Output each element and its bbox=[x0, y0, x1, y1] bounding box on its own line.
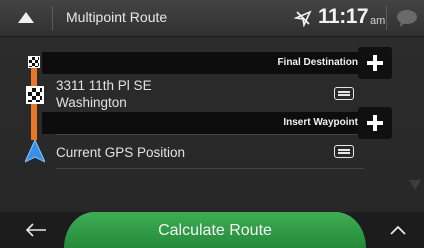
details-icon-line bbox=[338, 152, 350, 154]
checkered-flag-icon bbox=[28, 56, 40, 68]
final-destination-label: Final Destination bbox=[277, 57, 358, 68]
divider bbox=[56, 134, 364, 135]
clock-time: 11:17 bbox=[318, 5, 369, 28]
checkered-flag-icon bbox=[26, 86, 44, 104]
divider bbox=[386, 6, 387, 30]
details-icon-line bbox=[338, 94, 350, 96]
details-icon[interactable] bbox=[334, 87, 354, 100]
start-point-label[interactable]: Current GPS Position bbox=[56, 145, 185, 161]
details-icon-line bbox=[338, 91, 350, 93]
multipoint-route-screen: Multipoint Route 11:17 am Final Destinat… bbox=[0, 0, 424, 248]
page-title: Multipoint Route bbox=[66, 9, 168, 25]
insert-waypoint-row[interactable]: Insert Waypoint bbox=[42, 107, 392, 139]
divider bbox=[52, 6, 53, 30]
details-icon-line bbox=[338, 149, 350, 151]
plus-icon bbox=[367, 55, 383, 71]
scroll-area[interactable] bbox=[406, 40, 424, 210]
more-button[interactable] bbox=[372, 212, 424, 248]
scroll-down-icon bbox=[409, 180, 421, 190]
plus-icon bbox=[367, 115, 383, 131]
add-final-destination-button[interactable] bbox=[358, 47, 392, 79]
insert-waypoint-label: Insert Waypoint bbox=[283, 117, 358, 128]
back-arrow-icon bbox=[26, 223, 46, 237]
chevron-up-icon bbox=[390, 225, 406, 235]
gps-off-icon bbox=[294, 10, 312, 27]
menu-icon bbox=[18, 12, 34, 23]
calculate-route-button[interactable]: Calculate Route bbox=[64, 212, 366, 248]
destination-address-line2[interactable]: Washington bbox=[56, 95, 127, 111]
back-button[interactable] bbox=[0, 212, 70, 248]
divider bbox=[56, 168, 364, 169]
clock-ampm: am bbox=[370, 15, 386, 27]
destination-address-line1[interactable]: 3311 11th Pl SE bbox=[56, 78, 152, 94]
message-icon[interactable] bbox=[396, 9, 418, 27]
insert-waypoint-button[interactable] bbox=[358, 107, 392, 139]
bottom-bar: Calculate Route bbox=[0, 212, 424, 248]
position-arrow-icon bbox=[25, 140, 45, 163]
menu-button[interactable] bbox=[0, 0, 52, 36]
details-icon[interactable] bbox=[334, 145, 354, 158]
top-bar: Multipoint Route 11:17 am bbox=[0, 0, 424, 37]
final-destination-row[interactable]: Final Destination bbox=[42, 47, 392, 79]
